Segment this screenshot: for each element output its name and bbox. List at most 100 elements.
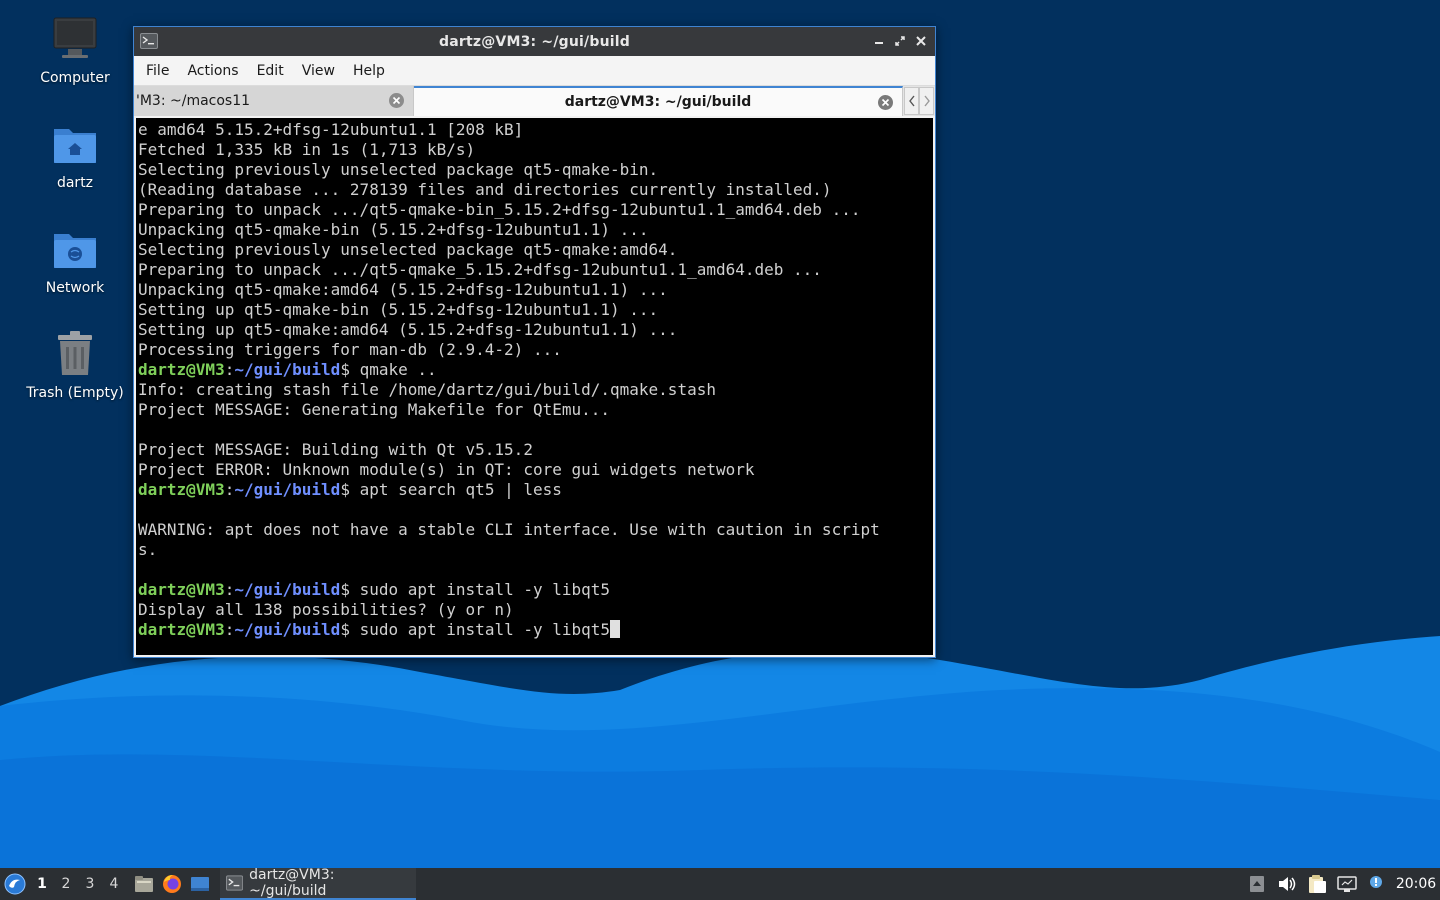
terminal-output-line: Info: creating stash file /home/dartz/gu… [138, 380, 716, 399]
prompt-user: dartz@VM3 [138, 360, 225, 379]
close-button[interactable] [913, 32, 929, 50]
tab-close-icon[interactable] [388, 92, 405, 109]
window-titlebar[interactable]: dartz@VM3: ~/gui/build [134, 27, 935, 56]
trash-icon [58, 331, 92, 375]
prompt-dollar: $ [340, 620, 350, 639]
lubuntu-logo-icon [4, 873, 26, 895]
prompt-path: ~/gui/build [234, 480, 341, 499]
terminal-output-line: WARNING: apt does not have a stable CLI … [138, 520, 880, 539]
prompt-separator: : [224, 580, 235, 599]
file-manager-icon [135, 876, 153, 892]
terminal-output-line: Preparing to unpack .../qt5-qmake_5.15.2… [138, 260, 822, 279]
terminal-output-line: Project MESSAGE: Building with Qt v5.15.… [138, 440, 533, 459]
terminal-app-icon [140, 33, 158, 49]
prompt-separator: : [224, 360, 235, 379]
tab-label: dartz@VM3: ~/gui/build [564, 94, 752, 110]
clock[interactable]: 20:06 [1392, 876, 1440, 892]
terminal-prompt-line: dartz@VM3:~/gui/build$ sudo apt install … [136, 620, 933, 640]
terminal-output-line: e amd64 5.15.2+dfsg-12ubuntu1.1 [208 kB] [138, 120, 524, 139]
tab-close-icon[interactable] [877, 94, 894, 111]
desktop-icon-computer[interactable]: Computer [20, 14, 130, 86]
menu-help[interactable]: Help [345, 63, 393, 79]
desktop-icon-label: dartz [56, 175, 94, 191]
clipboard-manager[interactable] [1302, 868, 1332, 900]
launcher-firefox[interactable] [158, 868, 186, 900]
prompt-path: ~/gui/build [234, 360, 341, 379]
menu-file[interactable]: File [138, 63, 177, 79]
terminal-output-line: s. [138, 540, 158, 559]
taskbar: 1 2 3 4 dartz@VM3: ~/gui/build 20:06 [0, 867, 1440, 900]
minimize-icon [875, 42, 883, 44]
terminal-output-line: Display all 138 possibilities? (y or n) [138, 600, 514, 619]
terminal-app-icon [226, 875, 244, 891]
network-status[interactable] [1332, 868, 1362, 900]
prompt-dollar: $ [340, 480, 350, 499]
tab-bar: 'M3: ~/macos11 dartz@VM3: ~/gui/build [134, 86, 935, 116]
tab-label: 'M3: ~/macos11 [136, 93, 251, 109]
tray-expand-button[interactable] [1242, 868, 1272, 900]
firefox-icon [163, 875, 181, 893]
close-icon [916, 36, 926, 46]
terminal-output-line: Unpacking qt5-qmake-bin (5.15.2+dfsg-12u… [138, 220, 649, 239]
desktop-icon [191, 877, 209, 891]
prompt-dollar: $ [340, 360, 350, 379]
minimize-button[interactable] [871, 32, 887, 50]
notifications[interactable] [1362, 868, 1392, 900]
menu-bar: File Actions Edit View Help [134, 56, 935, 86]
prompt-path: ~/gui/build [234, 620, 341, 639]
launcher-show-desktop[interactable] [186, 868, 214, 900]
launcher-file-manager[interactable] [130, 868, 158, 900]
menu-edit[interactable]: Edit [249, 63, 292, 79]
terminal-window: dartz@VM3: ~/gui/build File Actions Edit… [133, 26, 936, 658]
prompt-command: sudo apt install -y libqt5 [349, 580, 611, 599]
prompt-path: ~/gui/build [234, 580, 341, 599]
tab-gui-build[interactable]: dartz@VM3: ~/gui/build [414, 86, 903, 116]
maximize-icon [895, 36, 905, 46]
tab-macos11[interactable]: 'M3: ~/macos11 [134, 86, 414, 116]
monitor-icon [53, 17, 97, 58]
prompt-separator: : [224, 480, 235, 499]
desktop-icon-label: Network [45, 280, 105, 296]
terminal-cursor [610, 620, 621, 638]
terminal-output[interactable]: e amd64 5.15.2+dfsg-12ubuntu1.1 [208 kB]… [136, 118, 933, 655]
taskbar-task-terminal[interactable]: dartz@VM3: ~/gui/build [220, 867, 416, 900]
terminal-prompt-line: dartz@VM3:~/gui/build$ apt search qt5 | … [136, 480, 933, 500]
chevron-right-icon [923, 95, 930, 107]
desktop-icon-trash[interactable]: Trash (Empty) [20, 329, 130, 401]
terminal-prompt-line: dartz@VM3:~/gui/build$ sudo apt install … [136, 580, 933, 600]
workspace-4[interactable]: 4 [102, 876, 126, 892]
tab-scroll-left-button[interactable] [904, 87, 919, 115]
notification-icon [1370, 876, 1382, 888]
workspace-3[interactable]: 3 [78, 876, 102, 892]
terminal-output-line: Selecting previously unselected package … [138, 240, 678, 259]
network-folder-icon [54, 234, 96, 268]
prompt-command: apt search qt5 | less [349, 480, 562, 499]
terminal-output-line: Setting up qt5-qmake-bin (5.15.2+dfsg-12… [138, 300, 659, 319]
prompt-command: qmake .. [349, 360, 437, 379]
terminal-output-line: Selecting previously unselected package … [138, 160, 659, 179]
terminal-output-line: Preparing to unpack .../qt5-qmake-bin_5.… [138, 200, 861, 219]
start-menu-button[interactable] [0, 868, 30, 900]
tab-scroll-right-button[interactable] [919, 87, 934, 115]
terminal-output-line: Setting up qt5-qmake:amd64 (5.15.2+dfsg-… [138, 320, 678, 339]
menu-view[interactable]: View [294, 63, 343, 79]
terminal-output-line: (Reading database ... 278139 files and d… [138, 180, 832, 199]
volume-control[interactable] [1272, 868, 1302, 900]
home-folder-icon [54, 129, 96, 163]
system-tray: 20:06 [1242, 868, 1440, 900]
network-icon [1337, 876, 1357, 892]
terminal-prompt-line: dartz@VM3:~/gui/build$ qmake .. [136, 360, 933, 380]
tray-up-arrow-icon [1250, 876, 1264, 892]
prompt-dollar: $ [340, 580, 350, 599]
workspace-1[interactable]: 1 [30, 876, 54, 892]
menu-actions[interactable]: Actions [179, 63, 246, 79]
terminal-output-line: Fetched 1,335 kB in 1s (1,713 kB/s) [138, 140, 476, 159]
maximize-button[interactable] [892, 32, 908, 50]
volume-icon [1279, 877, 1296, 891]
desktop-icon-network[interactable]: Network [20, 224, 130, 296]
taskbar-task-label: dartz@VM3: ~/gui/build [249, 867, 335, 899]
prompt-user: dartz@VM3 [138, 620, 225, 639]
workspace-2[interactable]: 2 [54, 876, 78, 892]
desktop-icon-home[interactable]: dartz [20, 119, 130, 191]
